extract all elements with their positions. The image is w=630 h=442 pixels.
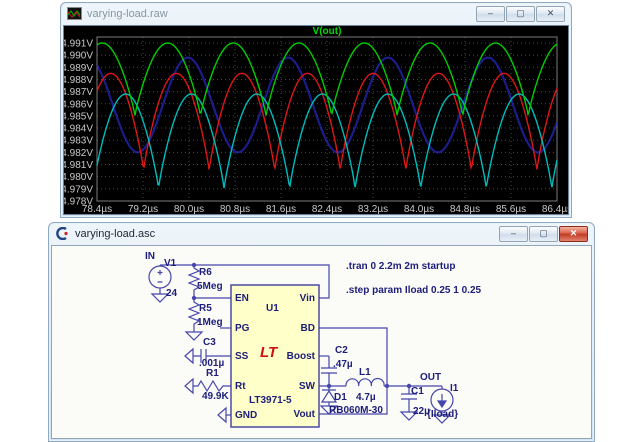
- waveform-window[interactable]: varying-load.raw – ▢ ✕ 4.991V4.990V4.989…: [60, 2, 572, 218]
- minimize-button[interactable]: –: [476, 6, 505, 22]
- schematic-titlebar[interactable]: varying-load.asc – ▢ ✕: [49, 223, 594, 244]
- maximize-button[interactable]: ▢: [506, 6, 535, 22]
- y-tick-label: 4.989V: [64, 63, 93, 74]
- y-tick-label: 4.984V: [64, 124, 93, 135]
- schematic-window-title: varying-load.asc: [75, 228, 494, 240]
- y-tick-label: 4.991V: [64, 39, 93, 50]
- y-tick-label: 4.979V: [64, 184, 93, 195]
- pin-bd: BD: [301, 323, 315, 334]
- y-tick-label: 4.981V: [64, 160, 93, 171]
- x-tick-label: 84.8µs: [450, 204, 480, 214]
- lt-logo: LT: [260, 344, 277, 361]
- y-tick-label: 4.982V: [64, 148, 93, 159]
- x-tick-label: 85.6µs: [496, 204, 526, 214]
- maximize-button[interactable]: ▢: [529, 226, 558, 242]
- y-tick-label: 4.980V: [64, 172, 93, 183]
- ltspice-icon: [55, 227, 70, 240]
- designator-c3: C3: [203, 337, 216, 348]
- ic-part-number: LT3971-5: [249, 395, 292, 406]
- designator-c1: C1: [411, 386, 424, 397]
- designator-i1: I1: [450, 383, 458, 394]
- value-d1: RB060M-30: [329, 405, 383, 416]
- x-tick-label: 84.0µs: [404, 204, 434, 214]
- l1-inductor[interactable]: [346, 378, 384, 386]
- waveform-window-title: varying-load.raw: [87, 8, 471, 20]
- pin-gnd: GND: [235, 410, 257, 421]
- waveform-plot[interactable]: 4.991V4.990V4.989V4.988V4.987V4.986V4.98…: [64, 26, 568, 214]
- x-tick-label: 82.4µs: [312, 204, 342, 214]
- ic-designator: U1: [266, 303, 279, 314]
- schematic-canvas[interactable]: IN V1 24 R6 5Meg R5 1Meg C3 .001µ R1 49.…: [51, 245, 592, 439]
- close-button[interactable]: ✕: [559, 226, 588, 242]
- value-r1: 49.9K: [202, 391, 229, 402]
- designator-l1: L1: [359, 367, 371, 378]
- gnd-pin-ground[interactable]: [218, 408, 231, 422]
- y-tick-label: 4.983V: [64, 136, 93, 147]
- x-tick-label: 80.8µs: [220, 204, 250, 214]
- x-tick-label: 79.2µs: [128, 204, 158, 214]
- value-r6: 5Meg: [197, 281, 223, 292]
- value-c2: .47µ: [333, 359, 353, 370]
- value-l1: 4.7µ: [356, 392, 376, 403]
- minimize-button[interactable]: –: [499, 226, 528, 242]
- value-r5: 1Meg: [197, 317, 223, 328]
- pin-vout: Vout: [294, 409, 315, 420]
- directive-step[interactable]: .step param Iload 0.25 1 0.25: [346, 285, 481, 296]
- waveform-file-icon: [67, 7, 82, 20]
- waveform-trace-step-2-blue-: [97, 58, 557, 153]
- waveform-titlebar[interactable]: varying-load.raw – ▢ ✕: [61, 3, 571, 24]
- node-label-out: OUT: [420, 372, 441, 383]
- x-tick-label: 83.2µs: [358, 204, 388, 214]
- pin-rt: Rt: [235, 381, 246, 392]
- close-button[interactable]: ✕: [536, 6, 565, 22]
- value-i1: {Iload}: [427, 409, 458, 420]
- designator-r1: R1: [206, 368, 219, 379]
- directive-tran[interactable]: .tran 0 2.2m 2m startup: [346, 261, 455, 272]
- pin-ss: SS: [235, 351, 248, 362]
- designator-r6: R6: [199, 267, 212, 278]
- pin-sw: SW: [299, 381, 315, 392]
- designator-c2: C2: [335, 345, 348, 356]
- pin-vin: Vin: [300, 293, 315, 304]
- schematic-drawing: [52, 246, 589, 436]
- y-tick-label: 4.987V: [64, 87, 93, 98]
- y-tick-label: 4.988V: [64, 75, 93, 86]
- designator-d1: D1: [334, 392, 347, 403]
- pin-boost: Boost: [287, 351, 315, 362]
- node-label-in: IN: [145, 251, 155, 262]
- x-tick-label: 81.6µs: [266, 204, 296, 214]
- pin-en: EN: [235, 293, 249, 304]
- x-tick-label: 86.4µs: [542, 204, 568, 214]
- designator-v1: V1: [164, 258, 176, 269]
- schematic-window[interactable]: varying-load.asc – ▢ ✕: [48, 222, 595, 442]
- x-tick-label: 78.4µs: [82, 204, 112, 214]
- y-tick-label: 4.986V: [64, 99, 93, 110]
- y-tick-label: 4.985V: [64, 111, 93, 122]
- pin-pg: PG: [235, 323, 249, 334]
- y-tick-label: 4.990V: [64, 51, 93, 62]
- plot-title[interactable]: V(out): [313, 26, 342, 37]
- designator-r5: R5: [199, 303, 212, 314]
- x-tick-label: 80.0µs: [174, 204, 204, 214]
- value-v1: 24: [166, 288, 177, 299]
